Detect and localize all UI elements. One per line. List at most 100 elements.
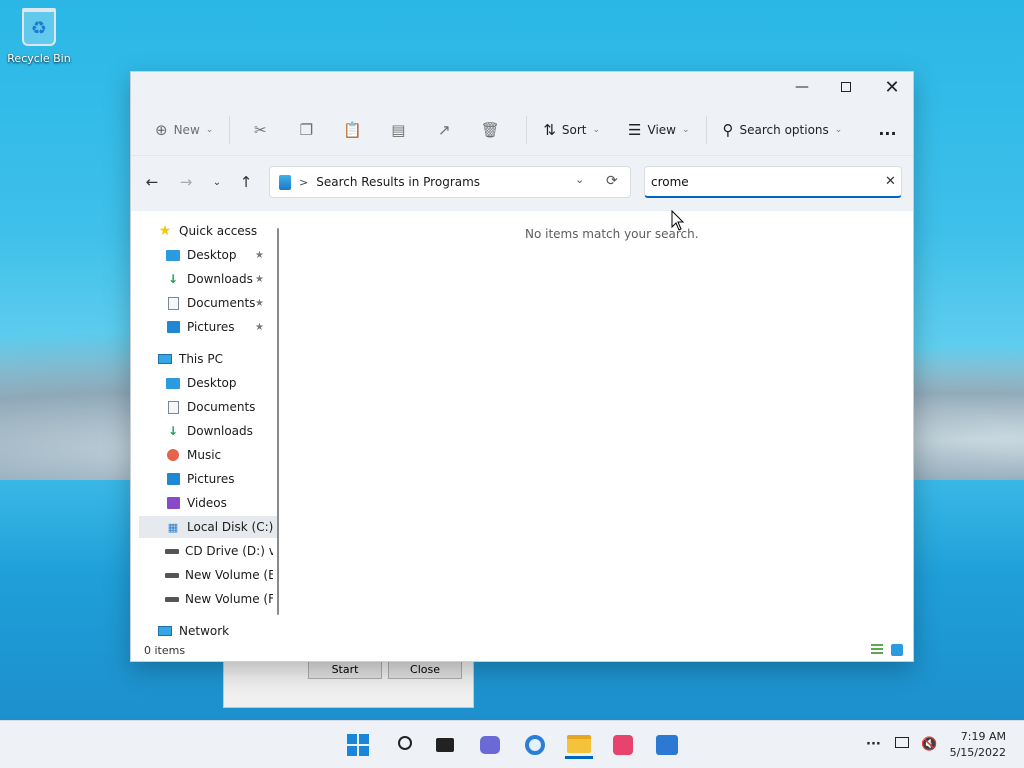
recycle-bin-icon: ♻ (22, 8, 56, 46)
monitor-icon (157, 352, 173, 366)
sidebar-item-music[interactable]: Music (165, 444, 221, 466)
sidebar-item-documents[interactable]: Documents (165, 396, 255, 418)
sidebar-item-downloads-quick[interactable]: ↓ Downloads (165, 268, 253, 290)
sort-button-label: Sort (561, 122, 587, 137)
sidebar-item-label: New Volume (F (185, 592, 273, 606)
sidebar-item-pictures-quick[interactable]: Pictures (165, 316, 235, 338)
rename-button[interactable]: ▤ (378, 115, 424, 145)
maximize-icon[interactable] (823, 72, 869, 102)
drive-icon (165, 592, 179, 606)
recent-locations-chevron-icon[interactable]: ⌄ (204, 169, 230, 195)
view-button[interactable]: ☰ View ⌄ (622, 115, 695, 145)
store-icon[interactable] (653, 731, 681, 759)
chevron-down-icon: ⌄ (205, 124, 214, 135)
breadcrumb-location[interactable]: Search Results in Programs (316, 175, 480, 189)
refresh-icon[interactable]: ⟳ (606, 173, 618, 189)
minimize-icon[interactable]: — (779, 72, 825, 102)
search-input[interactable] (651, 174, 871, 189)
start-windows-icon[interactable] (344, 731, 372, 759)
file-explorer-icon[interactable] (565, 731, 593, 759)
view-button-label: View (647, 122, 676, 137)
forward-arrow-icon[interactable]: → (173, 169, 199, 195)
trash-icon: 🗑 (480, 120, 500, 139)
toolbar-divider (229, 115, 231, 144)
sidebar-item-quick-access[interactable]: ★ Quick access (157, 220, 257, 242)
cd-drive-icon (165, 544, 179, 558)
sidebar-item-label: Downloads (187, 272, 253, 286)
sidebar-item-new-volume-e[interactable]: New Volume (E (165, 564, 273, 586)
item-count: 0 items (144, 644, 186, 657)
new-button-label: New (173, 122, 200, 137)
download-arrow-icon: ↓ (167, 272, 179, 286)
address-history-chevron-icon[interactable]: ⌄ (575, 173, 584, 186)
search-box[interactable]: ✕ (644, 166, 902, 198)
new-button[interactable]: ⊕ New ⌄ (149, 115, 219, 145)
sidebar-item-downloads[interactable]: ↓ Downloads (165, 420, 253, 442)
sidebar-item-label: Videos (187, 496, 227, 510)
recycle-bin-shortcut[interactable]: ♻ Recycle Bin (6, 8, 72, 65)
mouse-cursor-icon (671, 210, 685, 231)
sort-button[interactable]: ⇅ Sort ⌄ (537, 115, 606, 145)
sidebar-item-label: Desktop (187, 376, 237, 390)
document-icon (165, 296, 181, 310)
search-options-label: Search options (739, 122, 829, 137)
title-bar[interactable]: — ✕ (131, 72, 913, 104)
navigation-pane: ★ Quick access Desktop ★ ↓ Downloads ★ D… (131, 212, 281, 642)
speaker-muted-icon[interactable]: 🔇 (921, 737, 937, 752)
copy-button[interactable]: ❐ (286, 115, 332, 145)
rename-icon: ▤ (391, 120, 406, 139)
start-button[interactable]: Start (308, 659, 382, 679)
delete-button[interactable]: 🗑 (470, 115, 516, 145)
network-status-icon[interactable] (895, 737, 909, 752)
pin-icon: ★ (255, 322, 264, 333)
up-arrow-icon[interactable]: ↑ (233, 169, 259, 195)
toolbar-divider (526, 115, 528, 144)
sidebar-item-local-disk-c[interactable]: ▦ Local Disk (C:) (139, 516, 277, 538)
pin-icon: ★ (255, 274, 264, 285)
clear-search-icon[interactable]: ✕ (885, 174, 896, 189)
sidebar-item-this-pc[interactable]: This PC (157, 348, 223, 370)
search-icon[interactable] (389, 731, 417, 759)
sidebar-item-pictures[interactable]: Pictures (165, 468, 235, 490)
media-player-icon[interactable] (609, 731, 637, 759)
more-options-button[interactable]: ... (872, 115, 902, 145)
address-bar[interactable]: > Search Results in Programs ⌄ ⟳ (269, 166, 631, 198)
sidebar-item-network[interactable]: Network (157, 620, 229, 642)
system-clock[interactable]: 7:19 AM 5/15/2022 (950, 729, 1006, 761)
task-view-icon[interactable] (431, 731, 459, 759)
sidebar-item-videos[interactable]: Videos (165, 492, 227, 514)
sidebar-item-desktop[interactable]: Desktop (165, 372, 237, 394)
sidebar-item-documents-quick[interactable]: Documents (165, 292, 255, 314)
paste-button[interactable]: 📋 (332, 115, 378, 145)
network-icon (157, 624, 173, 638)
sidebar-item-label: Pictures (187, 320, 235, 334)
sidebar-scrollbar[interactable] (277, 228, 279, 615)
download-arrow-icon: ↓ (167, 424, 179, 438)
view-list-icon: ☰ (628, 120, 642, 139)
share-button[interactable]: ↗ (424, 115, 470, 145)
clock-time: 7:19 AM (960, 730, 1006, 743)
sidebar-item-desktop-quick[interactable]: Desktop (165, 244, 237, 266)
chevron-down-icon: ⌄ (681, 124, 690, 135)
close-button[interactable]: Close (388, 659, 462, 679)
sidebar-item-cd-drive-d[interactable]: CD Drive (D:) vi (165, 540, 273, 562)
sidebar-item-new-volume-f[interactable]: New Volume (F (165, 588, 273, 610)
pictures-icon (165, 472, 181, 486)
pin-icon: ★ (255, 250, 264, 261)
scissors-icon: ✂ (254, 120, 267, 139)
plus-circle-icon: ⊕ (155, 120, 168, 139)
close-window-icon[interactable]: ✕ (869, 72, 915, 102)
view-mode-toggle (871, 644, 903, 656)
sidebar-item-label: CD Drive (D:) vi (185, 544, 273, 558)
cut-button[interactable]: ✂ (240, 115, 286, 145)
sidebar-item-label: Music (187, 448, 222, 462)
details-view-icon[interactable] (871, 644, 883, 656)
show-hidden-icons-icon[interactable]: ··· (866, 737, 881, 752)
chat-icon[interactable] (476, 731, 504, 759)
chevron-down-icon: ⌄ (834, 124, 843, 135)
large-icons-view-icon[interactable] (891, 644, 903, 656)
search-options-button[interactable]: ⚲ Search options ⌄ (717, 115, 849, 145)
desktop-icon (165, 376, 181, 390)
back-arrow-icon[interactable]: ← (139, 169, 165, 195)
browser-icon[interactable] (521, 731, 549, 759)
